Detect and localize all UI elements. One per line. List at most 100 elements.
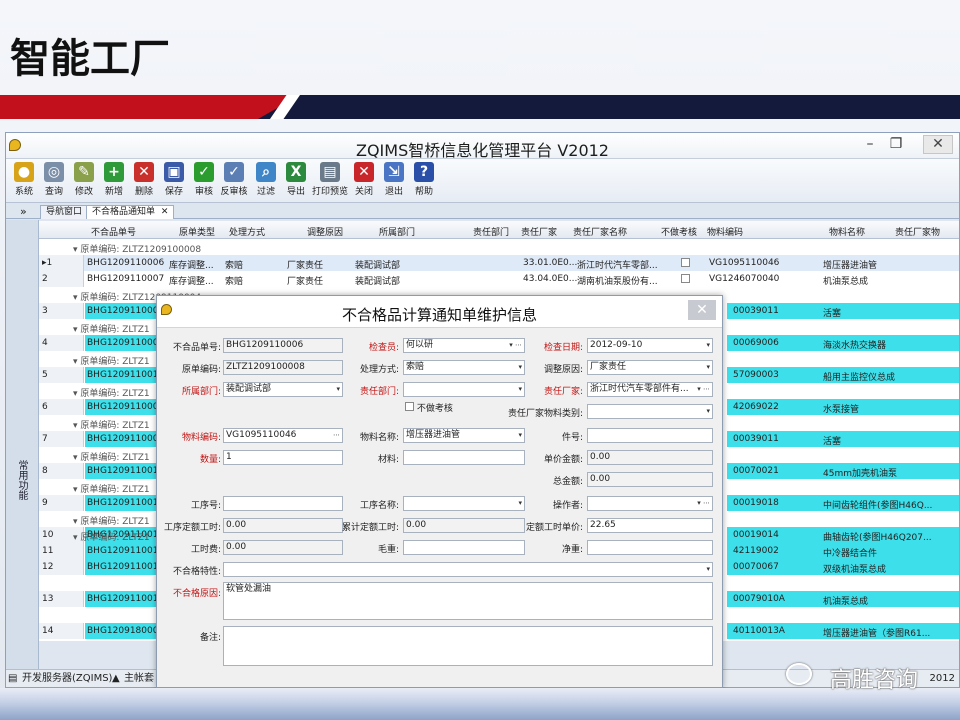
toolbar-button-export[interactable]: X 导出 xyxy=(282,159,310,197)
label-bhg-no: 不合品单号: xyxy=(172,343,221,353)
bhg-no-field[interactable]: BHG1209110006 xyxy=(223,338,343,353)
toolbar-button-close[interactable]: ✕ 关闭 xyxy=(350,159,378,197)
grid-col-header[interactable]: 责任厂家名称 xyxy=(573,225,627,238)
cell-bhg-no: BHG1209110010 xyxy=(87,370,165,380)
group-row[interactable]: ▾ 原单编码: ZLTZ1209100008 xyxy=(39,239,959,255)
toolbar-button-filter[interactable]: ⌕ 过滤 xyxy=(252,159,280,197)
chevron-down-icon[interactable]: ▾ xyxy=(706,563,710,576)
toolbar-button-label: 系统 xyxy=(14,187,33,197)
toolbar-button-edit[interactable]: ✎ 修改 xyxy=(70,159,98,197)
tab-navigation[interactable]: 导航窗口 xyxy=(40,205,89,219)
operator-field[interactable]: ▾ ⋯ xyxy=(587,496,713,511)
dialog-close-button[interactable]: ✕ xyxy=(688,300,716,320)
grid-col-header[interactable]: 不做考核 xyxy=(661,225,697,238)
feature-field[interactable]: ▾ xyxy=(223,562,713,577)
grid-col-header[interactable]: 原单类型 xyxy=(179,225,215,238)
grid-col-header[interactable]: 所属部门 xyxy=(379,225,415,238)
grid-col-header[interactable]: 物料名称 xyxy=(829,225,865,238)
delete-icon: ✕ xyxy=(134,162,154,182)
grid-col-header[interactable]: 责任厂家 xyxy=(521,225,557,238)
window-close-button[interactable]: ✕ xyxy=(923,135,953,154)
toolbar-button-add[interactable]: + 新增 xyxy=(100,159,128,197)
part-no-field[interactable] xyxy=(587,428,713,443)
grid-col-header[interactable]: 物料编码 xyxy=(707,225,743,238)
grid-col-header[interactable]: 责任厂家物 xyxy=(895,225,940,238)
row-number: 9 xyxy=(42,498,48,508)
proc-no-field[interactable] xyxy=(223,496,343,511)
cell-material-code: 40110013A xyxy=(733,626,785,636)
table-row[interactable]: 2 BHG1209110007 库存调整... 索赔 厂家责任 装配调试部 43.04.0E… xyxy=(39,271,959,287)
toolbar-button-search[interactable]: ◎ 查询 xyxy=(40,159,68,197)
toolbar-button-approve[interactable]: ✓ 审核 xyxy=(190,159,218,197)
chevron-down-icon[interactable]: ▾ xyxy=(706,339,710,352)
no-assess-checkbox[interactable] xyxy=(681,274,690,283)
table-row[interactable]: ▸1 BHG1209110006 库存调整... 索赔 厂家责任 装配调试部 33.01.0… xyxy=(39,255,959,271)
row-number: 13 xyxy=(42,594,54,604)
orig-no-field[interactable]: ZLTZ1209100008 xyxy=(223,360,343,375)
tab-nonconforming-notice[interactable]: 不合格品通知单 ✕ xyxy=(86,205,175,219)
ellipsis-icon[interactable]: ⋯ xyxy=(333,429,340,442)
label-proc-name: 工序名称: xyxy=(359,501,399,511)
export-icon: X xyxy=(286,162,306,182)
nav-collapse-icon[interactable]: » xyxy=(20,205,27,218)
check-date-field[interactable]: 2012-09-10 ▾ xyxy=(587,338,713,353)
grid-col-header[interactable]: 责任部门 xyxy=(473,225,509,238)
row-number-cell: 14 xyxy=(39,623,84,639)
toolbar-button-help[interactable]: ? 帮助 xyxy=(410,159,438,197)
ellipsis-icon[interactable]: ▾ ⋯ xyxy=(697,497,710,510)
no-assess-checkbox[interactable]: 不做考核 xyxy=(405,401,453,414)
std-hours-field[interactable]: 0.00 xyxy=(223,518,343,533)
grid-col-header[interactable]: 处理方式 xyxy=(229,225,265,238)
unit-hour-price-field[interactable]: 22.65 xyxy=(587,518,713,533)
unit-price-field[interactable]: 0.00 xyxy=(587,450,713,465)
chevron-down-icon[interactable]: ▾ xyxy=(706,405,710,418)
chevron-down-icon[interactable]: ▾ xyxy=(706,361,710,374)
toolbar-button-label: 修改 xyxy=(74,187,93,197)
label-operator: 操作者: xyxy=(552,501,583,511)
tab-close-icon[interactable]: ✕ xyxy=(161,207,169,217)
cell-material-name: 活塞 xyxy=(823,309,842,319)
toolbar-button-gear[interactable]: ● 系统 xyxy=(10,159,38,197)
label-inspector: 检查员: xyxy=(368,343,399,353)
toolbar-button-delete[interactable]: ✕ 删除 xyxy=(130,159,158,197)
no-assess-checkbox[interactable] xyxy=(681,258,690,267)
toolbar-button-print-preview[interactable]: ▤ 打印预览 xyxy=(312,159,348,197)
dept-field[interactable]: 装配调试部 ▾ xyxy=(223,382,343,397)
labor-field[interactable]: 0.00 xyxy=(223,540,343,555)
ellipsis-icon[interactable]: ▾ ⋯ xyxy=(697,383,710,396)
row-number-cell: 6 xyxy=(39,399,84,415)
toolbar-button-exit[interactable]: ⇲ 退出 xyxy=(380,159,408,197)
field-value: BHG1209110006 xyxy=(226,340,304,350)
minimize-button[interactable]: – xyxy=(859,136,881,152)
toolbar-button-save[interactable]: ▣ 保存 xyxy=(160,159,188,197)
remark-field[interactable] xyxy=(223,626,713,666)
group-label: ▾ 原单编码: ZLTZ1 xyxy=(73,357,150,367)
reason-field[interactable]: 厂家责任 ▾ xyxy=(587,360,713,375)
cause-field[interactable]: 软管处漏油 xyxy=(223,582,713,620)
checkbox-box[interactable] xyxy=(405,402,414,411)
qty-field[interactable]: 1 xyxy=(223,450,343,465)
net-field[interactable] xyxy=(587,540,713,555)
cell-bhg-no: BHG1209110004 xyxy=(87,306,165,316)
row-number-cell: ▸1 xyxy=(39,255,84,271)
grid-col-header[interactable]: 不合品单号 xyxy=(91,225,136,238)
vendor-cat-field[interactable]: ▾ xyxy=(587,404,713,419)
chevron-down-icon[interactable]: ▾ xyxy=(336,383,340,396)
row-number-cell: 4 xyxy=(39,335,84,351)
grid-header: 不合品单号 原单类型 处理方式 调整原因 所属部门 责任部门 责任厂家 责任厂家名称 不做考核物… xyxy=(39,221,959,239)
label-mat-name: 物料名称: xyxy=(359,433,399,443)
cell-bhg-no: BHG1209110006 xyxy=(87,258,165,268)
cell-bhg-no: BHG1209110016 xyxy=(87,594,165,604)
cell-dept: 装配调试部 xyxy=(355,277,401,287)
vendor-field[interactable]: 浙江时代汽车零部件有... ▾ ⋯ xyxy=(587,382,713,397)
mat-code-field[interactable]: VG1095110046 ⋯ xyxy=(223,428,343,443)
toolbar-button-unapprove[interactable]: ✓ 反审核 xyxy=(220,159,248,197)
close-icon: ✕ xyxy=(354,162,374,182)
label-labor: 工时费: xyxy=(190,545,221,555)
label-vendor-cat: 责任厂家物料类别: xyxy=(507,409,583,419)
field-value: 1 xyxy=(226,452,232,462)
total-field[interactable]: 0.00 xyxy=(587,472,713,487)
field-value: 何以研 xyxy=(406,340,434,350)
grid-col-header[interactable]: 调整原因 xyxy=(307,225,343,238)
restore-button[interactable]: ❐ xyxy=(885,136,907,152)
